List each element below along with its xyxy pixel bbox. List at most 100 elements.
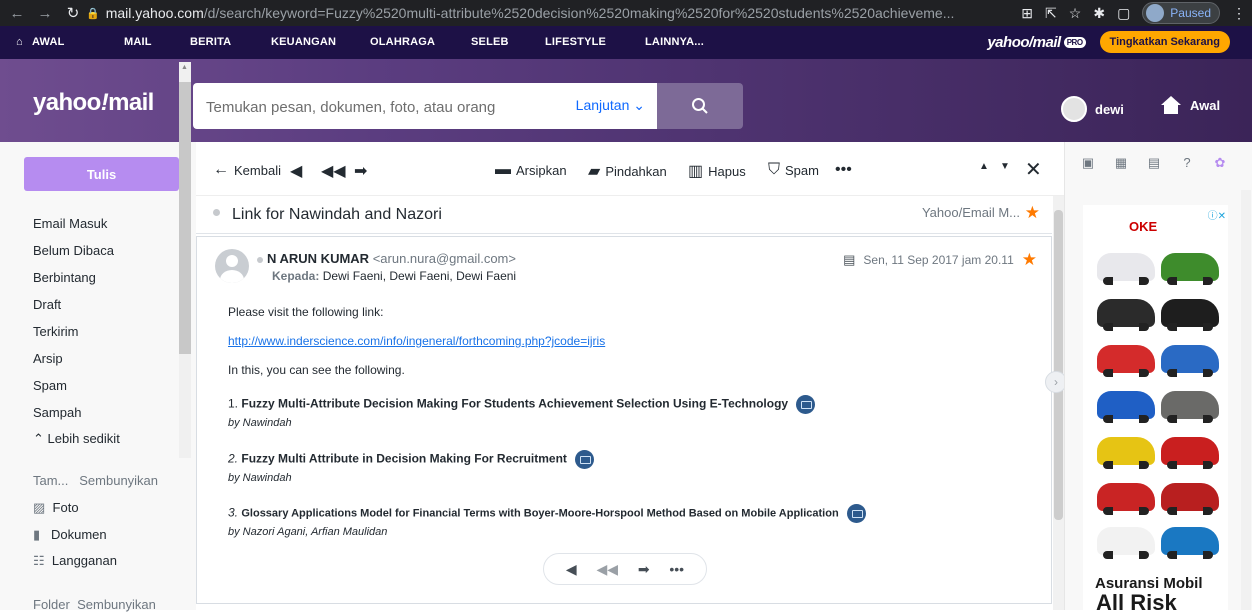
sender-email[interactable]: <arun.nura@gmail.com> [373, 251, 516, 266]
profile-paused-button[interactable]: Paused [1142, 2, 1220, 24]
help-icon[interactable]: ? [1179, 155, 1195, 171]
reply-button[interactable]: ◀ [290, 161, 302, 181]
reload-icon[interactable]: ↻ [62, 4, 84, 22]
car-image [1161, 345, 1219, 377]
home-label: Awal [1190, 97, 1221, 113]
sidebar-item-draft[interactable]: Draft [33, 297, 61, 312]
tab-layout-icon[interactable]: ▢ [1117, 5, 1130, 22]
delete-button[interactable]: ▥ Hapus [688, 161, 746, 181]
bookmark-star-icon[interactable]: ☆ [1069, 5, 1082, 22]
browser-menu-icon[interactable]: ⋮ [1232, 5, 1246, 22]
settings-gear-icon[interactable]: ✿ [1212, 155, 1228, 171]
archive-button[interactable]: ▬ Arsipkan [495, 161, 567, 179]
star-icon[interactable]: ★ [1022, 250, 1037, 270]
chevron-up-icon: ⌃ [33, 431, 44, 446]
calendar-icon[interactable]: ▦ [1113, 155, 1129, 171]
cart-icon[interactable] [796, 395, 816, 414]
cart-icon[interactable] [574, 450, 594, 469]
compose-button[interactable]: Tulis [24, 157, 179, 191]
spam-button[interactable]: ⛉ Spam [768, 161, 819, 179]
upgrade-button[interactable]: Tingkatkan Sekarang [1099, 31, 1230, 53]
less-toggle[interactable]: ⌃ Lebih sedikit [33, 431, 120, 447]
more-icon[interactable]: ••• [669, 561, 684, 577]
nav-home-icon[interactable]: ⌂ [16, 36, 23, 48]
sidebar-item-starred[interactable]: Berbintang [33, 270, 96, 285]
rail-icons: ▣ ▦ ▤ ? ✿ [1080, 155, 1228, 171]
nav-item-awal[interactable]: AWAL [32, 36, 65, 48]
reply-all-button[interactable]: ◀◀ [321, 161, 346, 181]
user-menu[interactable]: dewi [1061, 96, 1124, 122]
message-date: ▤ Sen, 11 Sep 2017 jam 20.11 ★ [843, 250, 1037, 270]
search-icon [692, 98, 708, 114]
link[interactable]: http://www.inderscience.com/info/ingener… [228, 334, 605, 348]
ad-subheadline: All Risk [1096, 590, 1177, 610]
back-arrow-icon[interactable]: ← [6, 5, 28, 22]
cart-icon[interactable] [846, 504, 866, 523]
list-item: 2. Fuzzy Multi Attribute in Decision Mak… [228, 450, 594, 469]
sidebar-item-spam[interactable]: Spam [33, 378, 67, 393]
date-text: Sen, 11 Sep 2017 jam 20.11 [863, 253, 1014, 267]
sender-name[interactable]: N ARUN KUMAR [267, 251, 369, 266]
address-bar[interactable]: 🔒 mail.yahoo.com /d/search/keyword=Fuzzy… [86, 1, 1000, 25]
back-button[interactable]: ← Kembali [213, 161, 281, 179]
forward-icon[interactable]: ➡ [638, 561, 650, 578]
home-button[interactable]: Awal [1160, 95, 1220, 115]
triangle-up-icon: ▲ [979, 161, 989, 172]
close-button[interactable]: ✕ [1025, 157, 1042, 182]
move-button[interactable]: ▰ Pindahkan [588, 161, 667, 181]
sidebar-item-archive[interactable]: Arsip [33, 351, 63, 366]
recipients[interactable]: Dewi Faeni, Dewi Faeni, Dewi Faeni [323, 269, 516, 283]
nav-item-olahraga[interactable]: OLAHRAGA [370, 36, 435, 48]
share-icon[interactable]: ⇱ [1045, 5, 1057, 22]
car-image [1161, 527, 1219, 559]
search-button[interactable] [657, 83, 743, 129]
read-indicator[interactable] [213, 209, 220, 216]
more-button[interactable]: ••• [835, 161, 852, 179]
sidebar-item-subscriptions[interactable]: ☷ Langganan [33, 553, 117, 569]
sidebar-item-documents[interactable]: ▮ Dokumen [33, 527, 107, 543]
previous-message-button[interactable]: ▲ [979, 161, 989, 172]
next-message-button[interactable]: ▼ [1000, 161, 1010, 172]
sidebar-item-sent[interactable]: Terkirim [33, 324, 79, 339]
sidebar-item-inbox[interactable]: Email Masuk [33, 216, 107, 231]
sidebar-item-trash[interactable]: Sampah [33, 405, 81, 420]
notepad-icon[interactable]: ▤ [1146, 155, 1162, 171]
advertisement[interactable]: ⓘ✕ OKE Asuransi Mobil All Risk [1083, 205, 1228, 610]
nav-item-lainnya[interactable]: LAINNYA... [645, 36, 704, 48]
avatar [1061, 96, 1087, 122]
reply-icon[interactable]: ◀ [566, 561, 577, 578]
print-icon[interactable]: ▤ [843, 252, 855, 268]
sidebar-item-photos[interactable]: ▨ Foto [33, 500, 79, 516]
sidebar-scroll-thumb[interactable] [179, 82, 191, 354]
nav-item-berita[interactable]: BERITA [190, 36, 231, 48]
nav-item-mail[interactable]: MAIL [124, 36, 152, 48]
sidebar-item-unread[interactable]: Belum Dibaca [33, 243, 114, 258]
contacts-icon[interactable]: ▣ [1080, 155, 1096, 171]
author-line: by Nawindah [228, 417, 292, 429]
url-host: mail.yahoo.com [105, 5, 204, 21]
scroll-up-icon[interactable]: ▲ [181, 64, 188, 71]
views-hide-link[interactable]: Sembunyikan [79, 473, 158, 488]
forward-button[interactable]: ➡ [354, 161, 367, 181]
forward-arrow-icon[interactable]: → [34, 5, 56, 22]
nav-item-seleb[interactable]: SELEB [471, 36, 509, 48]
reply-all-icon[interactable]: ◀◀ [596, 561, 618, 578]
yahoo-mail-logo[interactable]: yahoo!mail [33, 89, 154, 117]
move-folder-icon: ▰ [588, 163, 601, 180]
car-image [1161, 391, 1219, 423]
car-image [1161, 483, 1219, 515]
star-icon[interactable]: ★ [1025, 203, 1040, 223]
avatar [215, 249, 249, 283]
status-dot [257, 256, 263, 263]
nav-item-lifestyle[interactable]: LIFESTYLE [545, 36, 606, 48]
car-image [1097, 299, 1155, 331]
translate-icon[interactable]: ⊞ [1021, 5, 1033, 22]
car-image [1097, 345, 1155, 377]
ad-close-icon[interactable]: ⓘ✕ [1208, 207, 1226, 222]
message-scroll-thumb[interactable] [1054, 210, 1063, 520]
advanced-search-button[interactable]: Lanjutan ⌄ [576, 97, 645, 114]
nav-item-keuangan[interactable]: KEUANGAN [271, 36, 336, 48]
rail-scrollbar[interactable] [1241, 190, 1251, 610]
extensions-icon[interactable]: ✱ [1093, 5, 1105, 22]
search-input[interactable] [206, 96, 526, 118]
